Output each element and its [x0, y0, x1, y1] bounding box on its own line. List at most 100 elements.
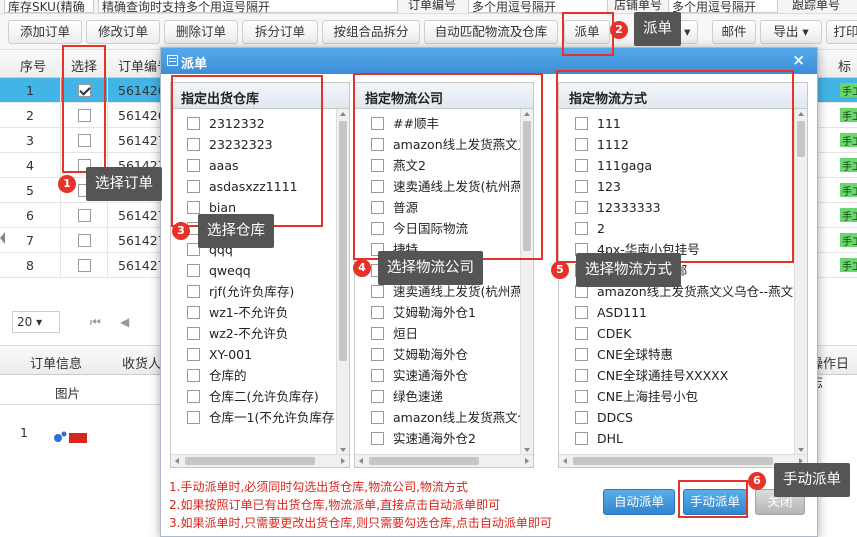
warehouse-option[interactable]: 23232323 [171, 135, 349, 156]
scroll-left-icon[interactable] [175, 458, 179, 464]
option-checkbox[interactable] [371, 221, 384, 235]
option-checkbox[interactable] [371, 368, 384, 382]
warehouse-option[interactable]: 仓库二(允许负库存) [171, 387, 349, 408]
option-checkbox[interactable] [187, 305, 200, 319]
tab-order-info[interactable]: 订单信息 [30, 353, 82, 372]
manual-dispatch-button[interactable]: 手动派单 [683, 489, 747, 515]
warehouse-option[interactable]: 仓库的 [171, 366, 349, 387]
option-checkbox[interactable] [575, 368, 588, 382]
option-checkbox[interactable] [575, 116, 588, 130]
option-checkbox[interactable] [187, 326, 200, 340]
carrier-option[interactable]: 速卖通线上发货(杭州燕文 [355, 177, 533, 198]
split-order-button[interactable]: 拆分订单 [242, 20, 318, 44]
row-checkbox[interactable] [78, 234, 91, 247]
method-option[interactable]: ASD111 [559, 303, 807, 324]
option-checkbox[interactable] [371, 116, 384, 130]
option-checkbox[interactable] [187, 158, 200, 172]
option-checkbox[interactable] [187, 368, 200, 382]
sku-select[interactable]: 库存SKU(精确 [4, 0, 94, 13]
mail-button[interactable]: 邮件 [712, 20, 756, 44]
warehouse-option[interactable]: wz2-不允许负 [171, 324, 349, 345]
scroll-left-icon[interactable] [359, 458, 363, 464]
option-checkbox[interactable] [187, 410, 200, 424]
warehouse-option[interactable]: aaas [171, 156, 349, 177]
warehouse-option[interactable]: 仓库一1(不允许负库存 [171, 408, 349, 429]
carrier-hscrollbar[interactable] [355, 454, 533, 467]
option-checkbox[interactable] [187, 389, 200, 403]
option-checkbox[interactable] [371, 431, 384, 445]
scroll-thumb[interactable] [185, 457, 315, 465]
option-checkbox[interactable] [371, 326, 384, 340]
carrier-option[interactable]: 燕文2 [355, 156, 533, 177]
option-checkbox[interactable] [371, 284, 384, 298]
option-checkbox[interactable] [575, 389, 588, 403]
carrier-option[interactable]: 实速通海外仓 [355, 366, 533, 387]
scroll-thumb[interactable] [369, 457, 479, 465]
split-by-combo-button[interactable]: 按组合品拆分 [322, 20, 420, 44]
warehouse-option[interactable]: asdasxzz1111 [171, 177, 349, 198]
option-checkbox[interactable] [371, 389, 384, 403]
prev-page-icon[interactable]: ◀ [120, 315, 129, 329]
warehouse-option[interactable]: qweqq [171, 261, 349, 282]
order-no-input[interactable]: 多个用逗号隔开 [468, 0, 608, 13]
method-hscrollbar[interactable] [559, 454, 807, 467]
option-checkbox[interactable] [187, 179, 200, 193]
warehouse-option[interactable]: wz1-不允许负 [171, 303, 349, 324]
print-button[interactable]: 打印 [826, 20, 857, 44]
option-checkbox[interactable] [371, 137, 384, 151]
option-checkbox[interactable] [575, 347, 588, 361]
scroll-thumb[interactable] [339, 121, 347, 361]
method-option[interactable]: 123 [559, 177, 807, 198]
option-checkbox[interactable] [187, 137, 200, 151]
first-page-icon[interactable]: ⏮ [90, 315, 101, 330]
scroll-right-icon[interactable] [341, 458, 345, 464]
method-option[interactable]: 12333333 [559, 198, 807, 219]
carrier-option[interactable]: 艾姆勒海外仓1 [355, 303, 533, 324]
method-scrollbar[interactable] [794, 109, 807, 455]
carrier-option[interactable]: 实速通海外仓2 [355, 429, 533, 450]
option-checkbox[interactable] [371, 305, 384, 319]
option-checkbox[interactable] [575, 305, 588, 319]
option-checkbox[interactable] [187, 263, 200, 277]
shop-no-input[interactable]: 多个用逗号隔开 [668, 0, 778, 13]
auto-match-button[interactable]: 自动匹配物流及仓库 [424, 20, 558, 44]
warehouse-scrollbar[interactable] [336, 109, 349, 455]
page-size-select[interactable]: 20 ▾ [12, 311, 60, 333]
option-checkbox[interactable] [187, 284, 200, 298]
delete-order-button[interactable]: 删除订单 [164, 20, 238, 44]
option-checkbox[interactable] [371, 200, 384, 214]
carrier-option[interactable]: 今日国际物流 [355, 219, 533, 240]
warehouse-hscrollbar[interactable] [171, 454, 349, 467]
option-checkbox[interactable] [575, 221, 588, 235]
carrier-option[interactable]: amazon线上发货燕文义乌 [355, 135, 533, 156]
method-option[interactable]: CNE全球特惠 [559, 345, 807, 366]
edit-order-button[interactable]: 修改订单 [86, 20, 160, 44]
option-checkbox[interactable] [575, 431, 588, 445]
row-checkbox[interactable] [78, 259, 91, 272]
scroll-up-icon[interactable] [798, 112, 804, 116]
option-checkbox[interactable] [575, 179, 588, 193]
carrier-option[interactable]: ##顺丰 [355, 114, 533, 135]
option-checkbox[interactable] [187, 116, 200, 130]
collapse-arrow-icon[interactable] [0, 232, 5, 244]
dispatch-button[interactable]: 派单 [564, 20, 610, 44]
option-checkbox[interactable] [575, 200, 588, 214]
row-checkbox[interactable] [78, 134, 91, 147]
scroll-down-icon[interactable] [798, 448, 804, 452]
close-icon[interactable]: × [792, 51, 805, 69]
row-checkbox[interactable] [78, 209, 91, 222]
add-order-button[interactable]: 添加订单 [8, 20, 82, 44]
scroll-right-icon[interactable] [525, 458, 529, 464]
carrier-option[interactable]: amazon线上发货燕文仓 [355, 408, 533, 429]
carrier-scrollbar[interactable] [520, 109, 533, 455]
method-option[interactable]: CNE上海挂号小包 [559, 387, 807, 408]
scroll-left-icon[interactable] [563, 458, 567, 464]
warehouse-option[interactable]: 2312332 [171, 114, 349, 135]
scroll-thumb[interactable] [523, 121, 531, 251]
scroll-thumb[interactable] [797, 121, 805, 157]
auto-dispatch-button[interactable]: 自动派单 [603, 489, 675, 515]
scroll-thumb[interactable] [573, 457, 773, 465]
method-option[interactable]: CDEK [559, 324, 807, 345]
method-option[interactable]: DHL [559, 429, 807, 450]
method-option[interactable]: CNE全球通挂号XXXXX [559, 366, 807, 387]
